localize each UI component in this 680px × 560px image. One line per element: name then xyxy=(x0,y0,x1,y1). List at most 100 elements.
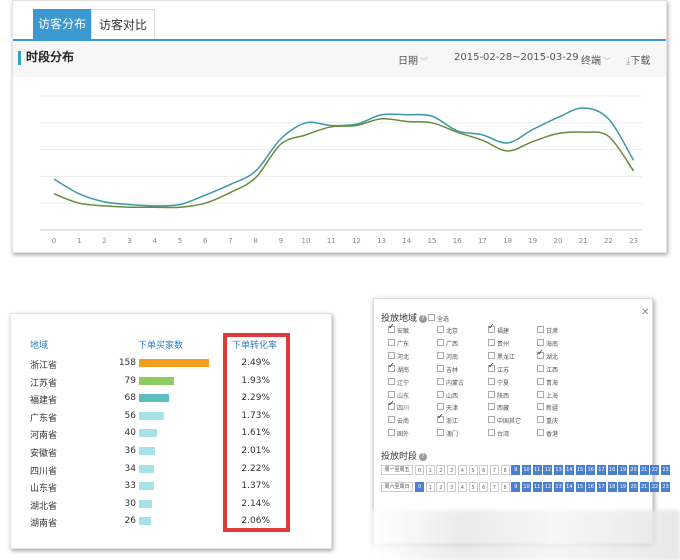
province-checkbox[interactable] xyxy=(437,377,444,385)
province-checkbox[interactable] xyxy=(437,429,444,437)
province-checkbox[interactable] xyxy=(437,412,444,424)
province-checkbox[interactable] xyxy=(437,338,444,346)
hour-cell[interactable]: 8 xyxy=(500,482,510,492)
close-icon[interactable]: ✕ xyxy=(641,307,649,318)
hour-cell[interactable]: 2 xyxy=(436,482,446,492)
province-checkbox[interactable] xyxy=(537,326,544,333)
hour-cell[interactable]: 14 xyxy=(564,465,574,475)
province-checkbox[interactable] xyxy=(388,377,395,385)
province-checkbox[interactable] xyxy=(537,377,544,385)
hour-cell[interactable]: 4 xyxy=(457,465,467,475)
hour-cell[interactable]: 21 xyxy=(639,482,649,492)
hour-cell[interactable]: 9 xyxy=(511,482,521,492)
hour-cell[interactable]: 13 xyxy=(554,465,564,475)
hour-cell[interactable]: 20 xyxy=(629,482,638,492)
province-checkbox[interactable] xyxy=(488,322,495,333)
province-checkbox[interactable] xyxy=(388,399,395,411)
hour-cell[interactable]: 20 xyxy=(629,465,638,475)
province-checkbox[interactable] xyxy=(537,416,544,424)
question-icon[interactable]: ? xyxy=(419,452,428,461)
hour-cell[interactable]: 17 xyxy=(596,482,606,492)
hour-cell[interactable]: 5 xyxy=(468,482,478,492)
question-icon[interactable]: ? xyxy=(419,314,428,323)
hour-cell[interactable]: 4 xyxy=(457,482,467,492)
province-checkbox[interactable] xyxy=(488,351,495,359)
province-checkbox[interactable] xyxy=(388,390,395,398)
hour-cell[interactable]: 23 xyxy=(661,465,671,475)
date-dropdown[interactable]: 日期 ﹀ xyxy=(398,52,428,67)
hour-cell[interactable]: 5 xyxy=(468,465,478,475)
province-checkbox[interactable] xyxy=(388,416,395,424)
hour-cell[interactable]: 22 xyxy=(650,482,660,492)
hour-cell[interactable]: 15 xyxy=(575,482,585,492)
terminal-dropdown[interactable]: 终端 ﹀ xyxy=(581,52,611,67)
hour-cell[interactable]: 13 xyxy=(554,482,564,492)
province-checkbox[interactable] xyxy=(537,429,544,437)
hour-cell[interactable]: 12 xyxy=(543,482,553,492)
province-checkbox[interactable] xyxy=(537,403,544,411)
province-checkbox[interactable] xyxy=(388,361,395,372)
time-row-label[interactable]: 周一至周五 xyxy=(381,465,413,475)
hour-cell[interactable]: 0 xyxy=(415,465,424,475)
hour-cell[interactable]: 10 xyxy=(522,482,531,492)
province-checkbox[interactable] xyxy=(488,429,495,437)
hour-cell[interactable]: 6 xyxy=(479,465,489,475)
hour-cell[interactable]: 21 xyxy=(639,465,649,475)
tab-visitor-distribution[interactable]: 访客分布 xyxy=(33,9,91,39)
province-label: 山西 xyxy=(446,392,459,400)
province-checkbox[interactable] xyxy=(537,364,544,372)
province-checkbox[interactable] xyxy=(488,403,495,411)
hour-cell[interactable]: 1 xyxy=(425,465,435,475)
hour-cell[interactable]: 7 xyxy=(489,465,499,475)
hour-cell[interactable]: 12 xyxy=(543,465,553,475)
hour-cell[interactable]: 22 xyxy=(650,465,660,475)
province-checkbox[interactable] xyxy=(437,364,444,372)
province-checkbox[interactable] xyxy=(537,338,544,346)
province-checkbox[interactable] xyxy=(388,351,395,359)
time-row-label[interactable]: 周六至周日 xyxy=(381,482,413,492)
province-checkbox[interactable] xyxy=(437,390,444,398)
hour-cell[interactable]: 10 xyxy=(522,465,531,475)
hour-cell[interactable]: 0 xyxy=(415,482,424,492)
province-checkbox[interactable] xyxy=(437,326,444,333)
hour-cell[interactable]: 14 xyxy=(564,482,574,492)
province-checkbox[interactable] xyxy=(388,322,395,333)
province-checkbox[interactable] xyxy=(488,416,495,424)
province-checkbox[interactable] xyxy=(437,351,444,359)
hour-cell[interactable]: 16 xyxy=(586,482,596,492)
hour-cell[interactable]: 18 xyxy=(607,465,617,475)
hour-cell[interactable]: 18 xyxy=(607,482,617,492)
hour-cell[interactable]: 17 xyxy=(596,465,606,475)
hour-cell[interactable]: 15 xyxy=(575,465,585,475)
province-checkbox[interactable] xyxy=(388,429,395,437)
hour-cell[interactable]: 3 xyxy=(447,465,457,475)
hour-cell[interactable]: 3 xyxy=(447,482,457,492)
buyer-bar xyxy=(139,376,174,385)
hour-cell[interactable]: 19 xyxy=(618,482,628,492)
hour-cell[interactable]: 7 xyxy=(489,482,499,492)
province-checkbox[interactable] xyxy=(537,390,544,398)
tab-visitor-comparison[interactable]: 访客对比 xyxy=(91,9,155,39)
province-checkbox[interactable] xyxy=(488,338,495,346)
hour-cell[interactable]: 8 xyxy=(500,465,510,475)
hour-cell[interactable]: 1 xyxy=(425,482,435,492)
province-checkbox[interactable] xyxy=(388,338,395,346)
download-button[interactable]: ⤓下载 xyxy=(626,52,650,67)
province-checkbox[interactable] xyxy=(488,361,495,372)
select-all-checkbox[interactable] xyxy=(428,314,435,321)
province-checkbox[interactable] xyxy=(437,403,444,411)
hour-cell[interactable]: 9 xyxy=(511,465,521,475)
province-checkbox[interactable] xyxy=(488,390,495,398)
province-label: 湖北 xyxy=(546,353,559,361)
hour-cell[interactable]: 16 xyxy=(586,465,596,475)
province-checkbox[interactable] xyxy=(488,377,495,385)
x-tick-label: 4 xyxy=(153,237,158,245)
hour-cell[interactable]: 11 xyxy=(532,482,542,492)
hour-cell[interactable]: 19 xyxy=(618,465,628,475)
province-checkbox[interactable] xyxy=(537,348,544,359)
hour-cell[interactable]: 2 xyxy=(436,465,446,475)
date-range[interactable]: 2015-02-28~2015-03-29 xyxy=(454,52,579,63)
hour-cell[interactable]: 6 xyxy=(479,482,489,492)
hour-cell[interactable]: 23 xyxy=(661,482,671,492)
hour-cell[interactable]: 11 xyxy=(532,465,542,475)
